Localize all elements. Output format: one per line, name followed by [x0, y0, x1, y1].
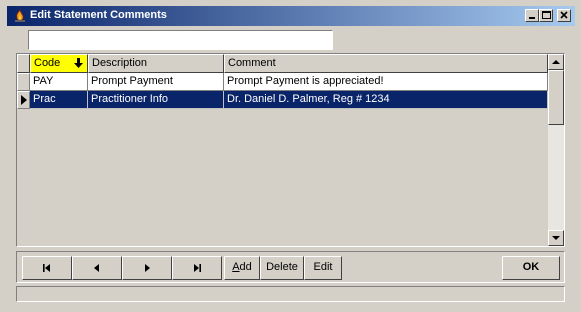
add-button-access-key: A — [232, 261, 240, 273]
row-indicator[interactable] — [17, 91, 30, 109]
indicator-header — [17, 54, 30, 73]
maximize-button[interactable] — [539, 9, 553, 22]
edit-statement-comments-window: Edit Statement Comments Code Description… — [0, 0, 581, 312]
column-header-comment-label: Comment — [228, 57, 276, 69]
ok-button[interactable]: OK — [502, 256, 560, 280]
comments-grid: Code Description Comment PAY Prompt Paym… — [16, 53, 565, 247]
edit-button[interactable]: Edit — [304, 256, 342, 280]
ok-button-label: OK — [522, 261, 540, 273]
navigator-toolbar: Add Delete Edit OK — [16, 251, 565, 283]
column-header-code[interactable]: Code — [30, 54, 88, 73]
cell-code[interactable]: Prac — [30, 91, 88, 109]
sort-down-arrow-icon — [73, 58, 84, 72]
next-record-icon — [123, 264, 171, 272]
cell-description[interactable]: Practitioner Info — [88, 91, 224, 109]
scroll-down-icon — [549, 236, 563, 248]
current-record-triangle-icon — [18, 95, 29, 111]
delete-button-label: Delete — [266, 261, 298, 273]
fire-icon — [13, 9, 27, 23]
close-button[interactable] — [557, 9, 571, 22]
minimize-icon — [526, 10, 538, 21]
cell-comment[interactable]: Dr. Daniel D. Palmer, Reg # 1234 — [224, 91, 548, 109]
first-record-button[interactable] — [22, 256, 72, 280]
maximize-icon — [540, 10, 552, 21]
cell-comment[interactable]: Prompt Payment is appreciated! — [224, 73, 548, 91]
filter-input[interactable] — [28, 30, 333, 50]
scroll-thumb[interactable] — [548, 70, 564, 125]
next-record-button[interactable] — [122, 256, 172, 280]
scroll-up-button[interactable] — [548, 54, 564, 70]
cell-code[interactable]: PAY — [30, 73, 88, 91]
minimize-button[interactable] — [525, 9, 539, 22]
add-button-label: dd — [239, 261, 252, 273]
last-record-button[interactable] — [172, 256, 222, 280]
column-header-code-label: Code — [34, 57, 61, 69]
first-record-icon — [23, 264, 71, 272]
edit-button-label: Edit — [313, 261, 333, 273]
column-header-comment[interactable]: Comment — [224, 54, 548, 73]
prior-record-icon — [73, 264, 121, 272]
window-title: Edit Statement Comments — [30, 9, 167, 21]
row-indicator[interactable] — [17, 73, 30, 91]
close-icon — [558, 10, 570, 21]
column-header-description[interactable]: Description — [88, 54, 224, 73]
column-header-description-label: Description — [92, 57, 148, 69]
cell-description[interactable]: Prompt Payment — [88, 73, 224, 91]
status-bar — [16, 286, 565, 302]
scroll-down-button[interactable] — [548, 230, 564, 246]
add-button[interactable]: Add — [224, 256, 260, 280]
delete-button[interactable]: Delete — [260, 256, 304, 280]
last-record-icon — [173, 264, 221, 272]
vertical-scrollbar[interactable] — [548, 54, 564, 246]
title-bar[interactable]: Edit Statement Comments — [7, 6, 575, 26]
prior-record-button[interactable] — [72, 256, 122, 280]
